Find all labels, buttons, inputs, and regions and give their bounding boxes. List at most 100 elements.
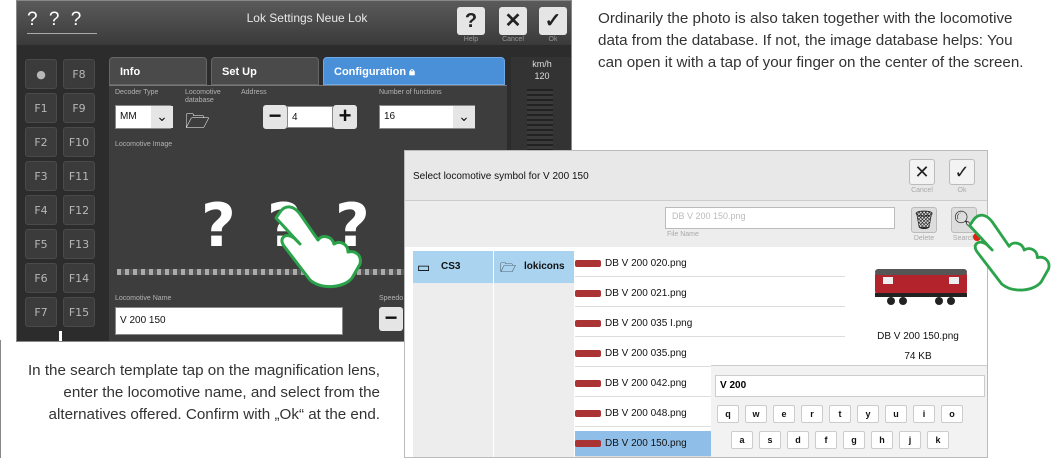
instruction-text-bottom: In the search template tap on the magnif… xyxy=(27,362,380,423)
tab-set-up[interactable]: Set Up xyxy=(211,57,319,85)
folder-label: lokicons xyxy=(524,261,565,272)
speedo-label: Speedo xyxy=(379,295,404,302)
speed-unit: km/h xyxy=(532,59,552,69)
file-name: DB V 200 021.png xyxy=(605,288,687,299)
file-name: DB V 200 035.png xyxy=(605,348,687,359)
light-icon: ● xyxy=(36,68,46,81)
list-item[interactable]: DB V 200 035.png xyxy=(575,341,845,367)
list-item[interactable]: DB V 200 020.png xyxy=(575,251,845,277)
function-key[interactable]: F5 xyxy=(25,229,57,259)
cancel-label: Cancel xyxy=(502,36,524,43)
checkmark-icon: ✓ xyxy=(954,162,970,182)
key[interactable]: a xyxy=(731,431,753,449)
function-key[interactable]: F11 xyxy=(63,161,95,191)
ok-label: Ok xyxy=(957,187,967,194)
function-key[interactable]: F3 xyxy=(25,161,57,191)
function-key[interactable]: F10 xyxy=(63,127,95,157)
cancel-button[interactable]: ✕ xyxy=(909,159,935,185)
functions-label: Number of functions xyxy=(379,89,442,96)
function-key[interactable]: F9 xyxy=(63,93,95,123)
function-key[interactable]: F13 xyxy=(63,229,95,259)
address-increment-button[interactable]: + xyxy=(333,105,357,129)
tap-hand-icon xyxy=(274,205,362,288)
locomotive-icon xyxy=(575,260,601,267)
file-name-label: File Name xyxy=(667,231,699,238)
key[interactable]: r xyxy=(801,405,823,423)
folder-icon[interactable]: 🗁 xyxy=(185,107,211,133)
function-key[interactable]: F2 xyxy=(25,127,57,157)
function-key[interactable]: F15 xyxy=(63,297,95,327)
ok-button[interactable]: ✓ xyxy=(539,7,567,35)
folder-icon: 🗁 xyxy=(500,260,517,275)
key[interactable]: s xyxy=(759,431,781,449)
locomotive-icon xyxy=(575,440,601,447)
key[interactable]: o xyxy=(941,405,963,423)
folder-item-lokicons[interactable]: 🗁 lokicons xyxy=(494,251,574,283)
instruction-text-top: Ordinarily the photo is also taken toget… xyxy=(598,10,1024,71)
source-label: CS3 xyxy=(441,261,461,272)
question-icon: ? xyxy=(201,191,236,261)
locomotive-icon xyxy=(575,350,601,357)
source-item-cs3[interactable]: ▭ CS3 xyxy=(413,251,493,283)
function-key[interactable]: F7 xyxy=(25,297,57,327)
file-name: DB V 200 020.png xyxy=(605,258,687,269)
file-name-input[interactable]: DB V 200 150.png xyxy=(665,207,895,229)
delete-label: Delete xyxy=(913,235,935,242)
key[interactable]: d xyxy=(787,431,809,449)
checkmark-icon: ✓ xyxy=(544,10,562,32)
decoder-type-label: Decoder Type xyxy=(115,89,159,96)
monitor-icon: ▭ xyxy=(417,259,431,275)
file-name: DB V 200 150.png xyxy=(605,438,687,449)
key[interactable]: q xyxy=(717,405,739,423)
function-key[interactable]: F6 xyxy=(25,263,57,293)
close-icon: ✕ xyxy=(914,162,930,182)
file-name: DB V 200 042.png xyxy=(605,378,687,389)
address-decrement-button[interactable]: − xyxy=(263,105,287,129)
key[interactable]: j xyxy=(899,431,921,449)
lok-image-label: Locomotive Image xyxy=(115,141,173,148)
window-title: Select locomotive symbol for V 200 150 xyxy=(413,171,589,182)
help-button[interactable]: ? xyxy=(457,7,485,35)
key[interactable]: k xyxy=(927,431,949,449)
key[interactable]: f xyxy=(815,431,837,449)
key[interactable]: g xyxy=(843,431,865,449)
ok-button[interactable]: ✓ xyxy=(949,159,975,185)
key[interactable]: e xyxy=(773,405,795,423)
light-function-key[interactable]: ● xyxy=(25,59,57,89)
function-key[interactable]: F4 xyxy=(25,195,57,225)
chevron-down-icon[interactable]: ⌄ xyxy=(453,106,475,128)
lok-name-placeholder[interactable]: ? ? ? xyxy=(27,9,84,31)
function-key[interactable]: F8 xyxy=(63,59,95,89)
keyboard-input[interactable]: V 200 xyxy=(715,375,985,397)
tap-hand-icon xyxy=(968,213,1051,292)
lok-name-input[interactable]: V 200 150 xyxy=(115,307,343,335)
chevron-down-icon[interactable]: ⌄ xyxy=(151,106,173,128)
key[interactable]: w xyxy=(745,405,767,423)
key[interactable]: t xyxy=(829,405,851,423)
tab-configuration[interactable]: Configuration 🔒︎ xyxy=(323,57,505,85)
delete-button[interactable]: 🗑︎ xyxy=(911,207,937,233)
locomotive-icon xyxy=(575,380,601,387)
trash-icon: 🗑︎ xyxy=(912,210,936,230)
speedo-decrement-button[interactable]: − xyxy=(379,307,403,331)
tab-info[interactable]: Info xyxy=(109,57,207,85)
function-key[interactable]: F14 xyxy=(63,263,95,293)
speed-value: 120 xyxy=(534,71,550,81)
lok-name-label: Locomotive Name xyxy=(115,295,172,302)
locomotive-preview-image xyxy=(875,269,967,305)
list-item[interactable]: DB V 200 021.png xyxy=(575,281,845,307)
function-key[interactable]: F12 xyxy=(63,195,95,225)
locomotive-icon xyxy=(575,290,601,297)
minus-icon: − xyxy=(384,305,398,330)
cancel-button[interactable]: ✕ xyxy=(499,7,527,35)
list-item[interactable]: DB V 200 035 I.png xyxy=(575,311,845,337)
close-icon: ✕ xyxy=(504,10,522,32)
file-name: DB V 200 048.png xyxy=(605,408,687,419)
function-key[interactable]: F1 xyxy=(25,93,57,123)
address-input[interactable]: 4 xyxy=(287,106,333,128)
lok-database-label: Locomotive database xyxy=(185,89,221,104)
key[interactable]: i xyxy=(913,405,935,423)
key[interactable]: y xyxy=(857,405,879,423)
key[interactable]: u xyxy=(885,405,907,423)
key[interactable]: h xyxy=(871,431,893,449)
